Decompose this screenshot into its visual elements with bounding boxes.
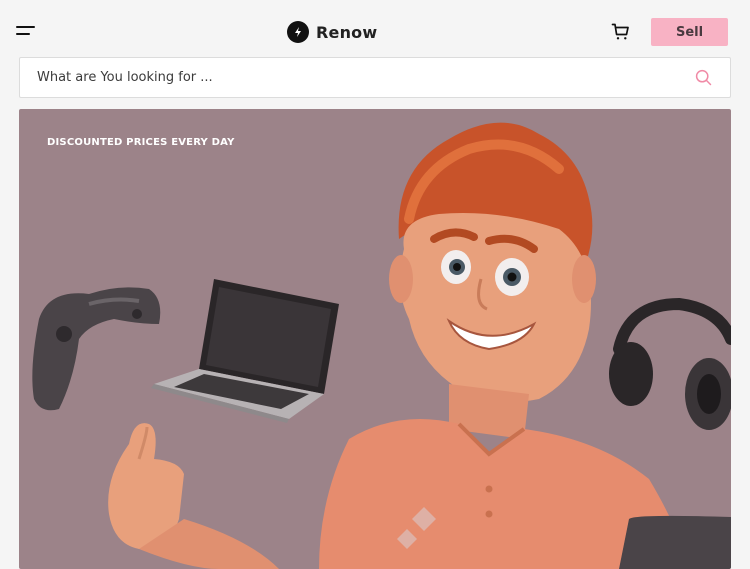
top-header: Renow Sell	[0, 0, 750, 58]
hero-illustration	[32, 122, 731, 569]
search-input[interactable]	[37, 58, 677, 97]
logo-text: Renow	[316, 22, 378, 42]
tablet-icon	[619, 515, 731, 569]
logo[interactable]: Renow	[287, 21, 377, 43]
logo-mark-icon	[287, 21, 309, 43]
search-icon[interactable]	[695, 69, 712, 86]
game-controller-icon	[32, 287, 161, 411]
headphones-icon	[609, 297, 731, 430]
man-illustration	[108, 122, 689, 569]
shopping-cart-icon[interactable]	[611, 22, 631, 42]
hero-banner[interactable]: DISCOUNTED PRICES EVERY DAY	[19, 109, 731, 569]
search-bar	[19, 57, 731, 98]
laptop-icon	[151, 279, 339, 423]
sell-button[interactable]: Sell	[651, 18, 728, 46]
hamburger-menu-icon[interactable]	[16, 22, 38, 40]
hero-tagline: DISCOUNTED PRICES EVERY DAY	[47, 137, 235, 148]
